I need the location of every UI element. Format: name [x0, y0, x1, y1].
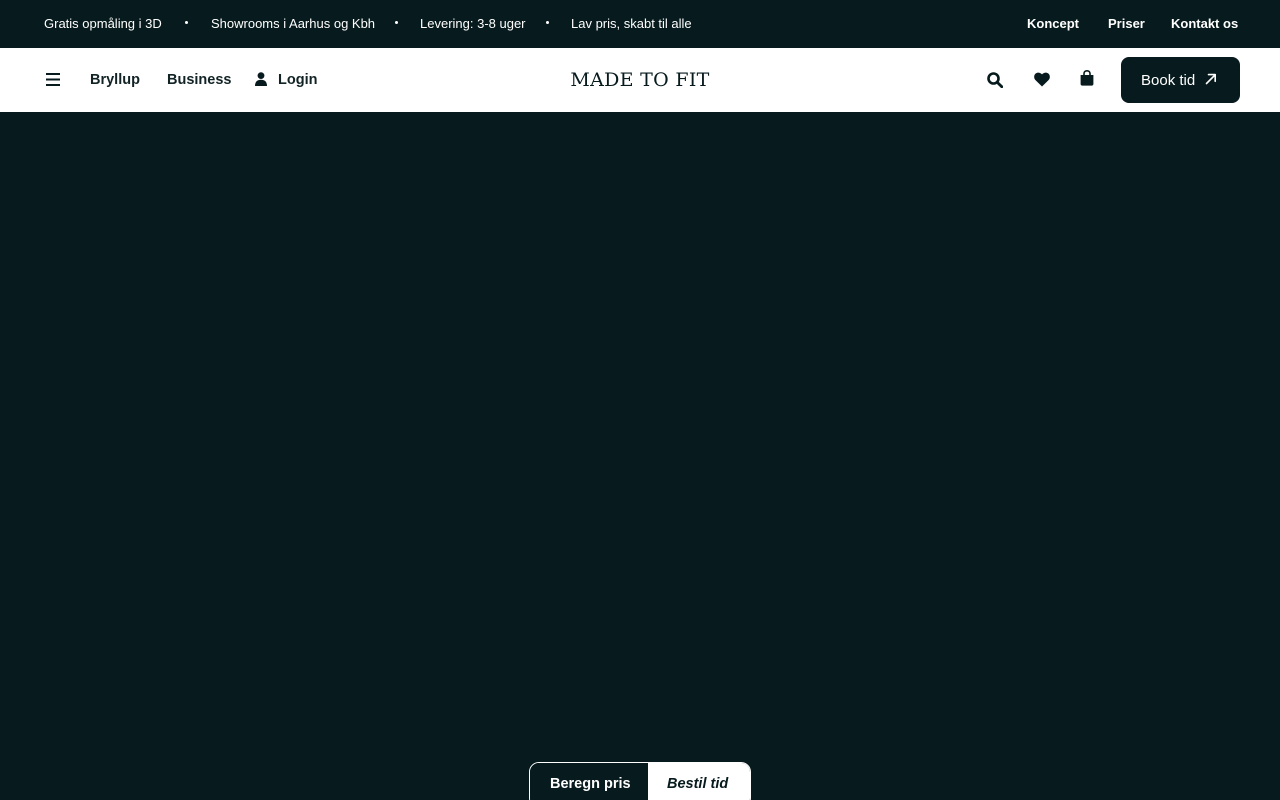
hero-section: [0, 112, 1280, 800]
heart-icon[interactable]: [1034, 72, 1050, 87]
usp-delivery: Levering: 3-8 uger: [420, 16, 526, 31]
top-link-kontakt[interactable]: Kontakt os: [1171, 16, 1238, 32]
user-icon[interactable]: [255, 72, 267, 86]
book-time-button[interactable]: Bestil tid: [648, 763, 750, 800]
calculate-price-label: Beregn pris: [550, 776, 631, 792]
top-link-priser[interactable]: Priser: [1108, 16, 1145, 32]
brand-logo[interactable]: MADE TO FIT: [540, 69, 740, 91]
top-link-koncept[interactable]: Koncept: [1027, 16, 1079, 32]
nav-link-business[interactable]: Business: [167, 72, 231, 89]
separator-dot: [546, 21, 549, 24]
search-icon[interactable]: [987, 72, 1003, 88]
book-button-label: Book tid: [1141, 72, 1196, 89]
nav-link-bryllup[interactable]: Bryllup: [90, 72, 140, 89]
announcement-bar: Gratis opmåling i 3D Showrooms i Aarhus …: [0, 0, 1280, 48]
usp-free-measurement: Gratis opmåling i 3D: [44, 16, 162, 31]
cta-toggle: Beregn pris Bestil tid: [529, 762, 751, 800]
hamburger-menu-icon[interactable]: [46, 73, 60, 86]
calculate-price-button[interactable]: Beregn pris: [530, 763, 648, 800]
book-appointment-button[interactable]: Book tid: [1121, 57, 1240, 103]
arrow-up-right-icon: [1205, 73, 1216, 85]
usp-showrooms: Showrooms i Aarhus og Kbh: [211, 16, 376, 31]
separator-dot: [395, 21, 398, 24]
login-link[interactable]: Login: [278, 72, 317, 89]
separator-dot: [185, 21, 188, 24]
book-time-label: Bestil tid: [667, 776, 729, 792]
usp-low-price: Lav pris, skabt til alle: [571, 16, 692, 31]
main-navbar: Bryllup Business Login MADE TO FIT Book …: [0, 48, 1280, 112]
shopping-bag-icon[interactable]: [1080, 70, 1094, 86]
